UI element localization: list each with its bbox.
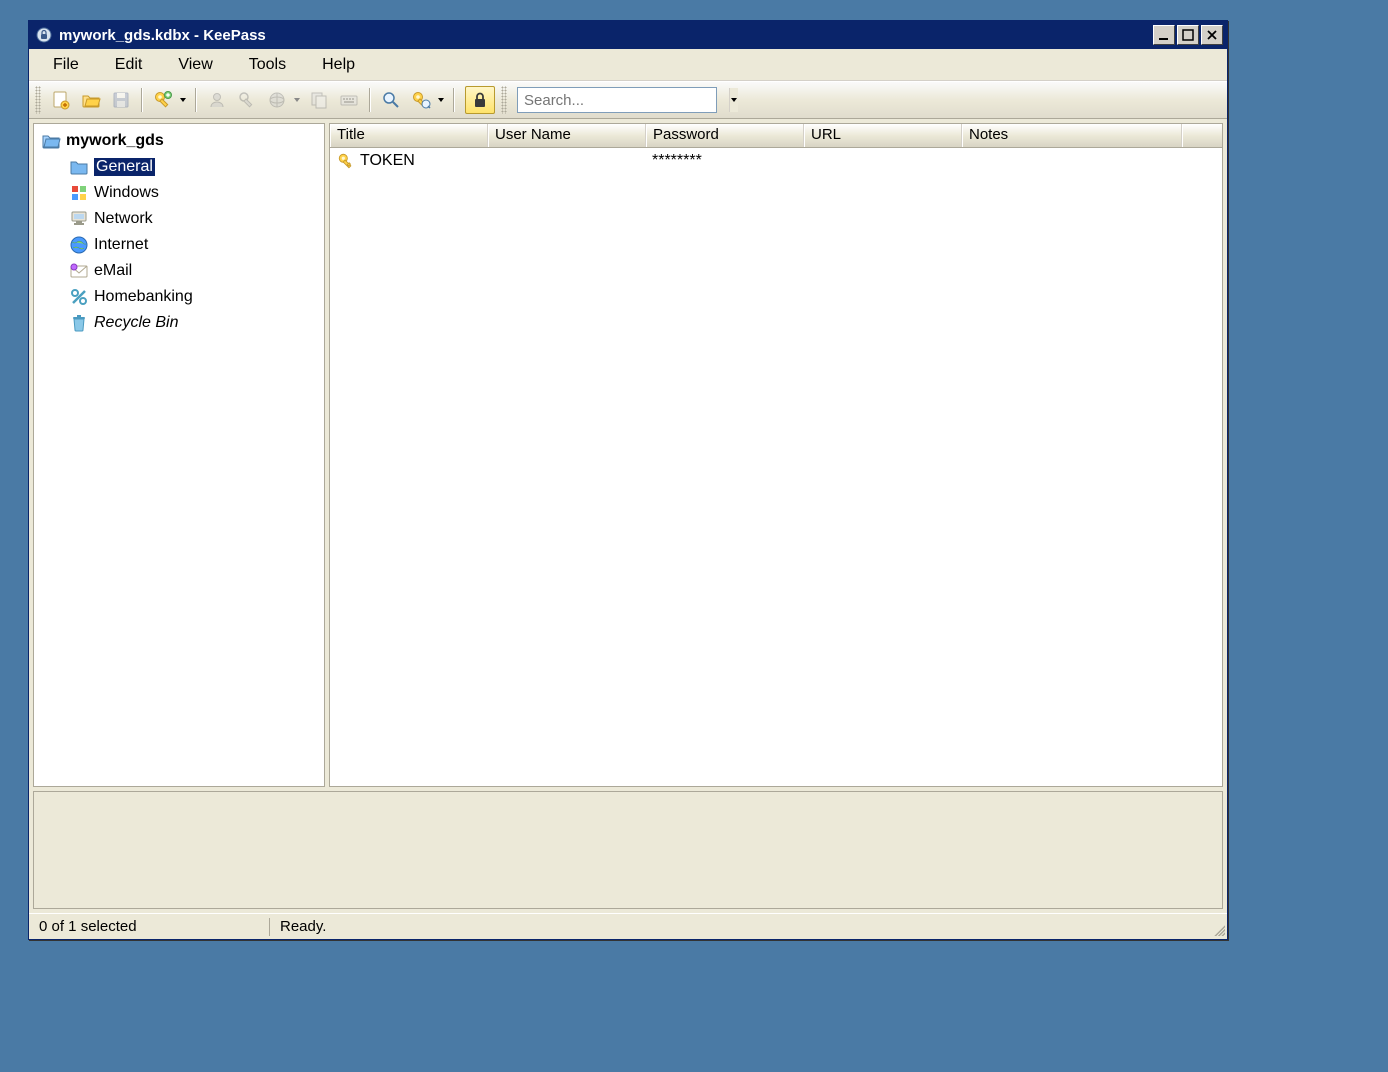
- tree-item-label: Windows: [94, 184, 159, 202]
- tree-root[interactable]: mywork_gds: [36, 128, 322, 154]
- statusbar: 0 of 1 selected Ready.: [29, 913, 1227, 939]
- tree-item-homebanking[interactable]: Homebanking: [36, 284, 322, 310]
- folder-icon: [68, 156, 90, 178]
- toolbar-separator: [195, 88, 197, 112]
- desktop: mywork_gds.kdbx - KeePass File Edit View…: [0, 0, 1388, 1072]
- add-entry-button[interactable]: [149, 86, 189, 114]
- tree-item-email[interactable]: eMail: [36, 258, 322, 284]
- list-body[interactable]: TOKEN ********: [330, 148, 1222, 786]
- search-dropdown-icon[interactable]: [729, 88, 738, 112]
- save-database-button[interactable]: [107, 86, 135, 114]
- toolbar-separator: [369, 88, 371, 112]
- search-box[interactable]: [517, 87, 717, 113]
- toolbar-separator: [453, 88, 455, 112]
- toolbar-separator: [141, 88, 143, 112]
- entry-row[interactable]: TOKEN ********: [330, 148, 1222, 174]
- copy-password-button[interactable]: [233, 86, 261, 114]
- menubar: File Edit View Tools Help: [29, 49, 1227, 81]
- minimize-button[interactable]: [1153, 25, 1175, 45]
- find-button[interactable]: [377, 86, 405, 114]
- column-password[interactable]: Password: [646, 124, 804, 147]
- entry-password: ********: [646, 152, 804, 170]
- new-database-button[interactable]: [47, 86, 75, 114]
- tree-item-general[interactable]: General: [36, 154, 322, 180]
- main-panes: mywork_gds General: [33, 123, 1223, 787]
- dropdown-arrow-icon[interactable]: [291, 86, 303, 114]
- titlebar[interactable]: mywork_gds.kdbx - KeePass: [29, 21, 1227, 49]
- column-title[interactable]: Title: [330, 124, 488, 147]
- tree-item-recyclebin[interactable]: Recycle Bin: [36, 310, 322, 336]
- toolbar-grip[interactable]: [35, 86, 41, 114]
- toolbar-grip[interactable]: [501, 86, 507, 114]
- key-icon: [336, 151, 356, 171]
- column-username[interactable]: User Name: [488, 124, 646, 147]
- network-icon: [68, 208, 90, 230]
- search-input[interactable]: [518, 92, 729, 109]
- menu-tools[interactable]: Tools: [231, 52, 304, 78]
- envelope-icon: [68, 260, 90, 282]
- menu-edit[interactable]: Edit: [97, 52, 161, 78]
- tree-item-label: eMail: [94, 262, 132, 280]
- menu-file[interactable]: File: [35, 52, 97, 78]
- tree-item-label: General: [94, 158, 155, 176]
- dropdown-arrow-icon[interactable]: [177, 86, 189, 114]
- windows-icon: [68, 182, 90, 204]
- tree-root-label: mywork_gds: [66, 132, 164, 150]
- tree-item-label: Internet: [94, 236, 148, 254]
- autotype-button[interactable]: [335, 86, 363, 114]
- column-spacer: [1182, 124, 1222, 147]
- copy-url-button[interactable]: [305, 86, 333, 114]
- app-icon: [35, 26, 53, 44]
- folder-open-icon: [40, 130, 62, 152]
- list-header: Title User Name Password URL Notes: [330, 124, 1222, 148]
- entry-list: Title User Name Password URL Notes: [329, 123, 1223, 787]
- percent-icon: [68, 286, 90, 308]
- open-database-button[interactable]: [77, 86, 105, 114]
- menu-view[interactable]: View: [160, 52, 230, 78]
- open-url-button[interactable]: [263, 86, 303, 114]
- copy-username-button[interactable]: [203, 86, 231, 114]
- trash-icon: [68, 312, 90, 334]
- status-selection: 0 of 1 selected: [29, 914, 269, 939]
- lock-workspace-button[interactable]: [465, 86, 495, 114]
- resize-grip[interactable]: [1207, 918, 1225, 936]
- tree-item-windows[interactable]: Windows: [36, 180, 322, 206]
- window-title: mywork_gds.kdbx - KeePass: [59, 27, 1153, 44]
- client-area: mywork_gds General: [29, 119, 1227, 913]
- status-ready: Ready.: [270, 914, 336, 939]
- globe-icon: [68, 234, 90, 256]
- menu-help[interactable]: Help: [304, 52, 373, 78]
- toolbar: [29, 81, 1227, 119]
- tree-item-network[interactable]: Network: [36, 206, 322, 232]
- dropdown-arrow-icon[interactable]: [435, 86, 447, 114]
- tree-item-internet[interactable]: Internet: [36, 232, 322, 258]
- maximize-button[interactable]: [1177, 25, 1199, 45]
- tree-item-label: Recycle Bin: [94, 314, 178, 332]
- keepass-window: mywork_gds.kdbx - KeePass File Edit View…: [28, 20, 1228, 940]
- column-notes[interactable]: Notes: [962, 124, 1182, 147]
- tree-item-label: Homebanking: [94, 288, 193, 306]
- entry-details-pane: [33, 791, 1223, 909]
- tree-item-label: Network: [94, 210, 153, 228]
- show-entries-button[interactable]: [407, 86, 447, 114]
- group-tree[interactable]: mywork_gds General: [33, 123, 325, 787]
- column-url[interactable]: URL: [804, 124, 962, 147]
- close-button[interactable]: [1201, 25, 1223, 45]
- entry-title: TOKEN: [360, 152, 415, 170]
